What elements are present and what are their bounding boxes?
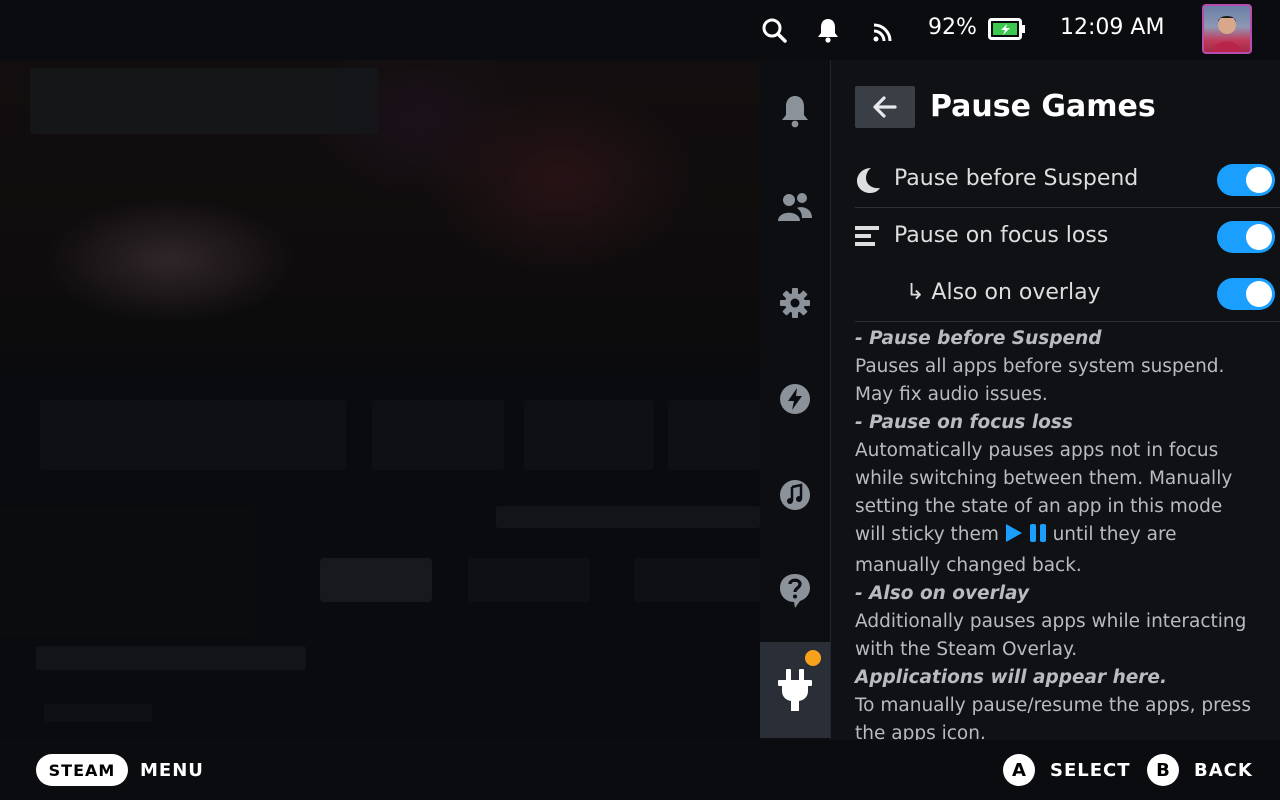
pause-on-focus-loss-toggle[interactable] <box>1217 221 1275 253</box>
menu-label: MENU <box>140 760 204 781</box>
music-icon <box>780 480 810 510</box>
toggle-row-pause-on-focus-loss[interactable]: Pause on focus loss <box>855 209 1275 265</box>
bell-icon[interactable] <box>813 14 843 46</box>
bottom-button-bar: STEAM MENU A SELECT B BACK <box>0 740 1280 800</box>
plug-icon <box>778 669 812 711</box>
rail-tab-notifications[interactable] <box>760 63 830 159</box>
b-button-glyph[interactable]: B <box>1147 754 1179 786</box>
toggle-knob <box>1246 224 1272 250</box>
clock: 12:09 AM <box>1060 15 1165 40</box>
notification-dot <box>805 650 821 666</box>
quick-access-tab-rail <box>760 60 831 740</box>
lightning-icon <box>780 384 810 414</box>
divider <box>855 207 1280 208</box>
description-paragraph: Pauses all apps before system suspend. M… <box>855 356 1225 405</box>
toggle-label: Pause on focus loss <box>894 223 1109 248</box>
search-icon[interactable] <box>759 14 789 46</box>
divider <box>855 321 1280 322</box>
help-icon <box>780 574 810 608</box>
friends-icon <box>778 193 812 221</box>
pause-before-suspend-toggle[interactable] <box>1217 164 1275 196</box>
page-title: Pause Games <box>930 89 1156 124</box>
arrow-left-icon <box>873 96 897 118</box>
select-label: SELECT <box>1050 760 1131 781</box>
rail-tab-performance[interactable] <box>760 351 830 447</box>
moon-icon <box>855 166 881 194</box>
avatar[interactable] <box>1202 4 1252 54</box>
top-status-bar: 92% 12:09 AM <box>0 0 1280 60</box>
pause-games-panel: Pause Games Pause before Suspend Pause o… <box>831 60 1280 740</box>
rail-tab-plugins[interactable] <box>760 642 830 738</box>
bell-icon <box>782 96 808 128</box>
battery-percent: 92% <box>928 15 977 40</box>
description-heading: - Pause before Suspend <box>855 328 1102 349</box>
description-heading: - Pause on focus loss <box>855 412 1073 433</box>
back-button[interactable] <box>855 86 915 128</box>
a-button-glyph[interactable]: A <box>1003 754 1035 786</box>
steam-button[interactable]: STEAM <box>36 754 128 786</box>
description-heading: - Also on overlay <box>855 583 1030 604</box>
also-on-overlay-toggle[interactable] <box>1217 278 1275 310</box>
rail-tab-help[interactable] <box>760 543 830 639</box>
rail-tab-settings[interactable] <box>760 255 830 351</box>
back-label: BACK <box>1194 760 1253 781</box>
toggle-knob <box>1246 281 1272 307</box>
background-dim-overlay <box>0 60 760 740</box>
pause-icon <box>1029 523 1047 552</box>
play-icon <box>1005 523 1023 552</box>
rail-tab-friends[interactable] <box>760 159 830 255</box>
description-paragraph: Additionally pauses apps while interacti… <box>855 611 1247 660</box>
background-game-page <box>0 60 760 740</box>
align-left-icon <box>855 223 881 251</box>
toggle-knob <box>1246 167 1272 193</box>
rail-tab-music[interactable] <box>760 447 830 543</box>
wifi-icon[interactable] <box>868 14 898 46</box>
description-paragraph: Automatically pauses apps not in focus w… <box>855 437 1255 580</box>
description-heading: Applications will appear here. <box>855 667 1167 688</box>
battery-charging-icon <box>988 18 1025 40</box>
toggle-row-pause-before-suspend[interactable]: Pause before Suspend <box>855 152 1280 208</box>
description-paragraph: To manually pause/resume the apps, press… <box>855 695 1251 740</box>
description-text: - Pause before Suspend Pauses all apps b… <box>855 325 1255 740</box>
gear-icon <box>780 288 810 318</box>
toggle-row-also-on-overlay[interactable]: ↳ Also on overlay <box>855 266 1280 322</box>
toggle-label: ↳ Also on overlay <box>906 280 1101 305</box>
toggle-label: Pause before Suspend <box>894 166 1139 191</box>
